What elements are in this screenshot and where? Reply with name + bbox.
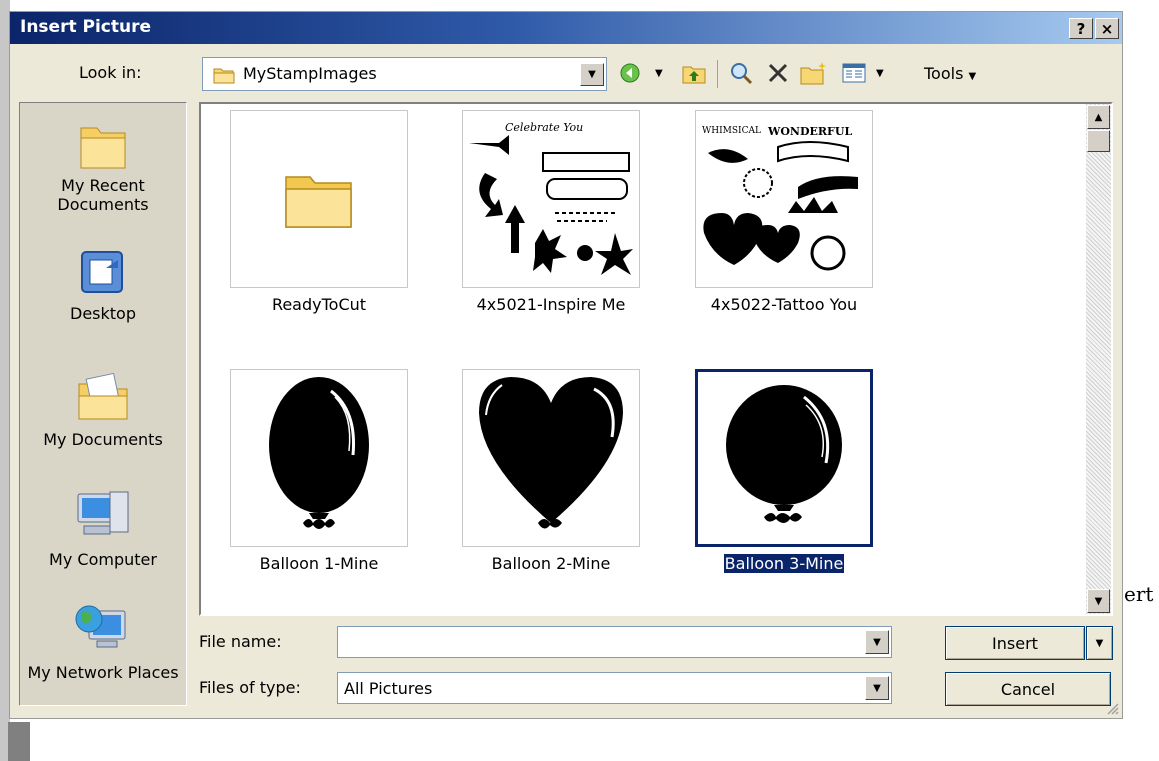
my-computer-icon [77, 491, 129, 535]
scroll-up-button[interactable]: ▲ [1087, 105, 1110, 129]
network-places-icon [75, 605, 126, 648]
file-thumbnail: WHIMSICAL WONDERFUL [695, 110, 873, 288]
balloon-image [479, 377, 623, 529]
file-thumbnail [695, 369, 873, 547]
stamp-sheet-image: WHIMSICAL WONDERFUL [702, 125, 858, 271]
stamp-sheet-image: Celebrate You [469, 121, 633, 275]
place-label: My Network Places [27, 663, 179, 682]
file-thumbnail [462, 369, 640, 547]
background-window-shadow [8, 722, 30, 761]
file-thumbnail: Celebrate You [462, 110, 640, 288]
scroll-down-button[interactable]: ▼ [1087, 589, 1110, 613]
close-button[interactable]: × [1095, 18, 1119, 39]
file-name-input[interactable]: ▼ [337, 626, 892, 658]
file-name-label: Balloon 2-Mine [491, 554, 611, 573]
file-item-image-selected[interactable]: Balloon 3-Mine [695, 369, 873, 574]
insert-picture-dialog: Insert Picture ? × Look in: MyStampImage… [9, 11, 1123, 719]
file-name-label: 4x5021-Inspire Me [476, 295, 626, 314]
views-dropdown-arrow[interactable]: ▼ [876, 68, 884, 79]
toolbar-separator [717, 60, 718, 88]
file-item-stamp-sheet[interactable]: Celebrate You 4x5021-Inspire Me [462, 110, 640, 314]
cancel-button-label: Cancel [1000, 679, 1056, 699]
file-list: ReadyToCut Celebrate You 4x5021-Inspire … [199, 102, 1113, 616]
new-folder-icon[interactable] [800, 60, 828, 86]
insert-button[interactable]: Insert [945, 626, 1085, 660]
file-thumbnail [230, 369, 408, 547]
files-of-type-value: All Pictures [344, 679, 433, 698]
folder-icon [213, 68, 235, 84]
file-name-label: ReadyToCut [271, 295, 367, 314]
my-documents-icon [78, 372, 128, 420]
file-item-stamp-sheet[interactable]: WHIMSICAL WONDERFUL 4x5022-Tattoo You [695, 110, 873, 314]
place-my-documents[interactable]: My Documents [20, 368, 186, 449]
recent-documents-icon [80, 127, 126, 169]
place-label: My Computer [49, 550, 157, 569]
file-item-folder[interactable]: ReadyToCut [230, 110, 408, 314]
place-label: My Recent Documents [57, 176, 149, 214]
place-label: My Documents [43, 430, 163, 449]
views-icon[interactable] [842, 60, 866, 86]
file-name-label: Balloon 1-Mine [259, 554, 379, 573]
cancel-button[interactable]: Cancel [945, 672, 1111, 706]
files-of-type-select[interactable]: All Pictures ▼ [337, 672, 892, 704]
svg-text:Celebrate You: Celebrate You [505, 121, 583, 134]
look-in-combo[interactable]: MyStampImages ▼ [202, 57, 607, 91]
search-web-icon[interactable] [729, 60, 755, 86]
balloon-image [726, 385, 842, 523]
balloon-image [269, 377, 369, 529]
desktop-icon [81, 251, 123, 293]
back-icon[interactable] [619, 60, 641, 86]
file-name-label: 4x5022-Tattoo You [710, 295, 858, 314]
places-bar: My Recent Documents Desktop My Documents [19, 102, 187, 706]
look-in-value: MyStampImages [243, 64, 377, 83]
folder-icon [285, 176, 352, 228]
delete-icon[interactable] [767, 60, 789, 86]
file-name-label: Balloon 3-Mine [722, 553, 846, 574]
svg-text:WHIMSICAL: WHIMSICAL [702, 126, 761, 136]
background-document-text: ert [1124, 582, 1154, 606]
back-dropdown-arrow[interactable]: ▼ [655, 68, 663, 79]
scroll-thumb[interactable] [1087, 130, 1110, 152]
title-bar[interactable]: Insert Picture ? × [10, 12, 1122, 44]
vertical-scrollbar[interactable]: ▲ ▼ [1086, 104, 1111, 614]
place-recent-documents[interactable]: My Recent Documents [20, 118, 186, 214]
tools-menu[interactable]: Tools ▼ [924, 64, 976, 83]
look-in-label: Look in: [79, 63, 142, 82]
file-thumbnail [230, 110, 408, 288]
resize-grip-icon[interactable] [1105, 701, 1119, 715]
place-network-places[interactable]: My Network Places [20, 601, 186, 682]
svg-text:WONDERFUL: WONDERFUL [767, 125, 852, 138]
file-name-label: File name: [199, 632, 282, 651]
look-in-dropdown-button[interactable]: ▼ [580, 63, 604, 86]
place-label: Desktop [70, 304, 136, 323]
up-folder-icon[interactable] [682, 60, 706, 86]
tools-menu-label: Tools [924, 64, 964, 83]
help-button[interactable]: ? [1069, 18, 1093, 39]
file-item-image[interactable]: Balloon 1-Mine [230, 369, 408, 573]
dialog-title: Insert Picture [20, 17, 152, 37]
insert-button-label: Insert [992, 633, 1038, 653]
files-of-type-dropdown-button[interactable]: ▼ [865, 676, 889, 700]
file-name-dropdown-button[interactable]: ▼ [865, 630, 889, 654]
place-desktop[interactable]: Desktop [20, 248, 186, 323]
place-my-computer[interactable]: My Computer [20, 488, 186, 569]
insert-options-dropdown-button[interactable]: ▼ [1086, 626, 1113, 660]
files-of-type-label: Files of type: [199, 678, 301, 697]
file-item-image[interactable]: Balloon 2-Mine [462, 369, 640, 573]
